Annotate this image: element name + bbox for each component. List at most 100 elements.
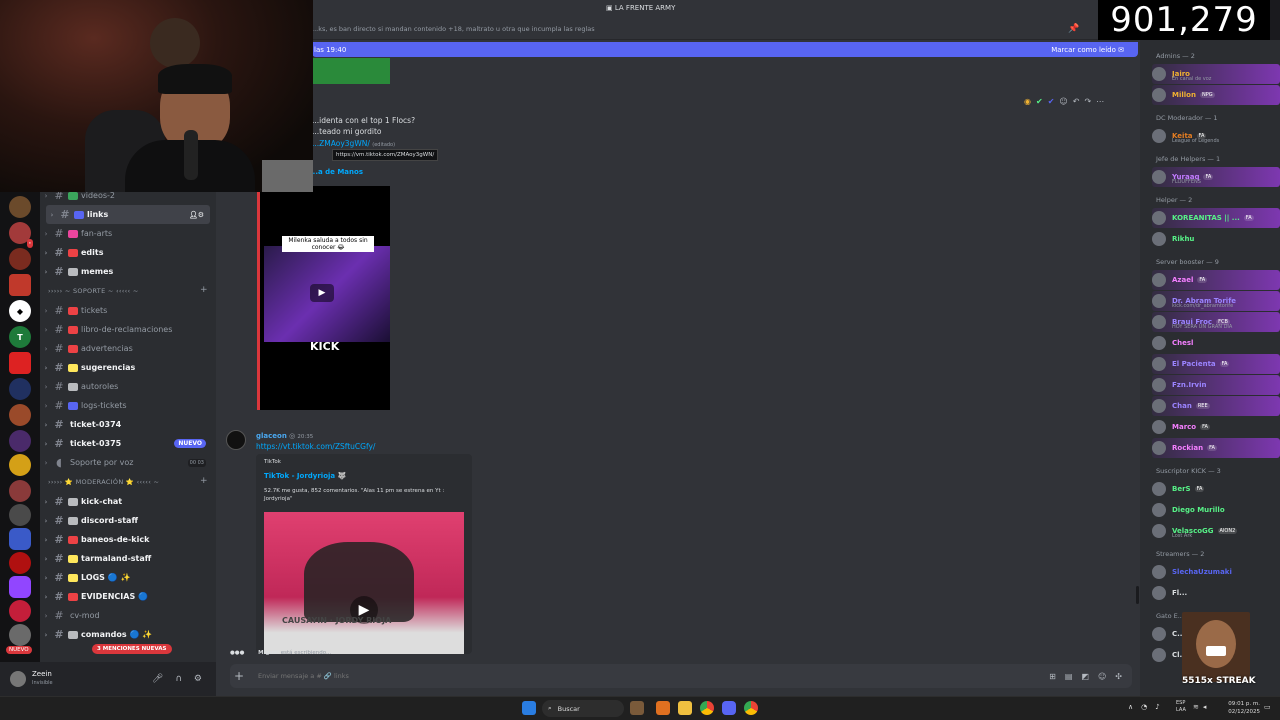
- app-icon[interactable]: [630, 701, 644, 715]
- server-icon[interactable]: ◆: [9, 300, 31, 322]
- reaction-icon[interactable]: ◉: [1024, 97, 1031, 106]
- add-channel-icon[interactable]: +: [200, 285, 208, 295]
- member-item[interactable]: Chan REE: [1152, 396, 1280, 416]
- member-item[interactable]: BerS FA: [1152, 479, 1280, 499]
- tray-status[interactable]: ≋ ◂: [1193, 703, 1206, 711]
- server-icon[interactable]: [9, 504, 31, 526]
- mic-icon[interactable]: 🎤︎: [152, 674, 163, 684]
- member-item[interactable]: VelascoGG AION2 Lost Ark: [1152, 521, 1280, 541]
- channel-item[interactable]: › # ticket-0374: [40, 415, 216, 434]
- add-attachment-icon[interactable]: +: [234, 669, 248, 683]
- message-composer[interactable]: + ⊞ ▤ ◩ ☺ ✣: [230, 664, 1132, 688]
- add-reaction-icon[interactable]: ☺: [1059, 97, 1067, 106]
- settings-gear-icon[interactable]: ⚙: [194, 674, 202, 684]
- clock[interactable]: 09:01 p. m. 02/12/2025: [1226, 700, 1260, 716]
- member-item[interactable]: Rikhu: [1152, 229, 1280, 249]
- channel-item[interactable]: › # EVIDENCIAS 🔵: [40, 587, 216, 606]
- server-icon[interactable]: [9, 352, 31, 374]
- server-icon[interactable]: [9, 624, 31, 646]
- embed-thumbnail[interactable]: ▶ CAUSAYIN · JORDY RIOJA: [264, 512, 464, 654]
- mark-as-read-button[interactable]: Marcar como leído ✉: [1051, 46, 1124, 54]
- twitch-icon[interactable]: [9, 576, 31, 598]
- channel-item[interactable]: › # discord-staff: [40, 511, 216, 530]
- channel-item[interactable]: › # sugerencias: [40, 358, 216, 377]
- channel-item[interactable]: › ◖ Soporte por voz 00 03: [40, 453, 216, 472]
- chrome-icon[interactable]: [700, 701, 714, 715]
- unread-banner[interactable]: las 19:40 Marcar como leído ✉: [312, 42, 1138, 57]
- server-icon[interactable]: [9, 480, 31, 502]
- headphones-icon[interactable]: ∩: [175, 674, 182, 684]
- embed-title[interactable]: ...a de Manos: [310, 168, 363, 176]
- server-icon[interactable]: [9, 552, 31, 574]
- server-icon[interactable]: [9, 454, 31, 476]
- chrome-icon[interactable]: [744, 701, 758, 715]
- member-item[interactable]: Fzn.Irvin: [1152, 375, 1280, 395]
- member-item[interactable]: Yuraaq FA FLOUFFENS: [1152, 167, 1280, 187]
- gift-icon[interactable]: ⊞: [1049, 672, 1056, 681]
- category-header[interactable]: ››››› ⭐ MODERACIÓN ⭐ ‹‹‹‹‹ ~ +: [48, 476, 208, 486]
- member-item[interactable]: Azael FA: [1152, 270, 1280, 290]
- new-mentions-pill[interactable]: 3 MENCIONES NUEVAS: [92, 644, 172, 654]
- check-reaction-icon[interactable]: ✔: [1036, 97, 1043, 106]
- server-icon[interactable]: [9, 196, 31, 218]
- message-link[interactable]: ...ZMAoy3gWN/ (editado): [312, 139, 395, 148]
- channel-item[interactable]: › # tarmaland-staff: [40, 549, 216, 568]
- server-icon[interactable]: [9, 274, 31, 296]
- channel-item[interactable]: › # libro-de-reclamaciones: [40, 320, 216, 339]
- channel-item[interactable]: › # videos-2: [40, 192, 216, 205]
- message-link[interactable]: https://vt.tiktok.com/ZSftuCGfy/: [256, 442, 375, 451]
- channel-item[interactable]: › # comandos 🔵 ✨: [40, 625, 216, 644]
- member-item[interactable]: El Pacienta FA: [1152, 354, 1280, 374]
- apps-icon[interactable]: ✣: [1115, 672, 1122, 681]
- member-item[interactable]: Keita FA League of Legends: [1152, 126, 1280, 146]
- new-servers-pill[interactable]: NUEVO: [6, 646, 32, 654]
- member-item[interactable]: Millon NPG: [1152, 85, 1280, 105]
- embed-title[interactable]: TikTok - Jordyrioja 🐺: [264, 472, 346, 480]
- language-indicator[interactable]: ESP LAA: [1176, 700, 1186, 714]
- channel-item[interactable]: › # fan-arts: [40, 224, 216, 243]
- scrollbar[interactable]: [1136, 586, 1139, 604]
- taskbar-search[interactable]: ⌕ Buscar: [542, 700, 624, 717]
- more-icon[interactable]: ⋯: [1096, 97, 1104, 106]
- avatar[interactable]: [226, 430, 246, 450]
- pin-icon[interactable]: 📌: [1068, 24, 1079, 34]
- file-explorer-icon[interactable]: [678, 701, 692, 715]
- message-input[interactable]: [258, 672, 858, 680]
- emoji-icon[interactable]: ☺: [1098, 672, 1106, 681]
- category-header[interactable]: ››››› ~ SOPORTE ~ ‹‹‹‹‹ ~ +: [48, 285, 208, 295]
- channel-item[interactable]: › # logs-tickets: [40, 396, 216, 415]
- attachment-image-partial[interactable]: [312, 58, 390, 84]
- gif-icon[interactable]: ▤: [1065, 672, 1073, 681]
- message-author[interactable]: glaceon: [256, 432, 287, 440]
- member-item[interactable]: SlechaUzumaki: [1152, 562, 1280, 582]
- member-item[interactable]: Braui Froc FCB HOY SERA UN GRAN DIA: [1152, 312, 1280, 332]
- server-icon[interactable]: [9, 404, 31, 426]
- server-icon[interactable]: [9, 430, 31, 452]
- member-item[interactable]: Diego Murillo: [1152, 500, 1280, 520]
- windows-start-icon[interactable]: [522, 701, 536, 715]
- chevron-up-icon[interactable]: ∧: [1128, 703, 1133, 711]
- sticker-icon[interactable]: ◩: [1081, 672, 1089, 681]
- channel-item[interactable]: › # baneos-de-kick: [40, 530, 216, 549]
- server-icon[interactable]: ·: [9, 222, 33, 248]
- member-item[interactable]: KOREANITAS || ... FA: [1152, 208, 1280, 228]
- channel-item[interactable]: › # ticket-0375 NUEVO: [40, 434, 216, 453]
- verified-reaction-icon[interactable]: ✔: [1048, 97, 1055, 106]
- discord-icon[interactable]: [722, 701, 736, 715]
- notifications-icon[interactable]: ▭: [1264, 703, 1271, 711]
- channel-item[interactable]: › # advertencias: [40, 339, 216, 358]
- tray-app-icon[interactable]: ◔: [1141, 703, 1147, 711]
- tray-mic-icon[interactable]: ♪: [1155, 703, 1159, 711]
- channel-item[interactable]: › # memes: [40, 262, 216, 281]
- video-embed[interactable]: Milenka saluda a todos sin conocer 😂 ▶ K…: [257, 186, 390, 410]
- reply-icon[interactable]: ↶: [1073, 97, 1080, 106]
- member-item[interactable]: Marco FA: [1152, 417, 1280, 437]
- add-channel-icon[interactable]: +: [200, 476, 208, 486]
- channel-item[interactable]: › # kick-chat: [40, 492, 216, 511]
- server-icon[interactable]: [9, 378, 31, 400]
- channel-item[interactable]: › # links 👤︎⚙: [46, 205, 210, 224]
- member-item[interactable]: Jairo En canal de voz: [1152, 64, 1280, 84]
- server-icon[interactable]: T: [9, 326, 31, 348]
- channel-item[interactable]: › # cv-mod: [40, 606, 216, 625]
- channel-item[interactable]: › # autoroles: [40, 377, 216, 396]
